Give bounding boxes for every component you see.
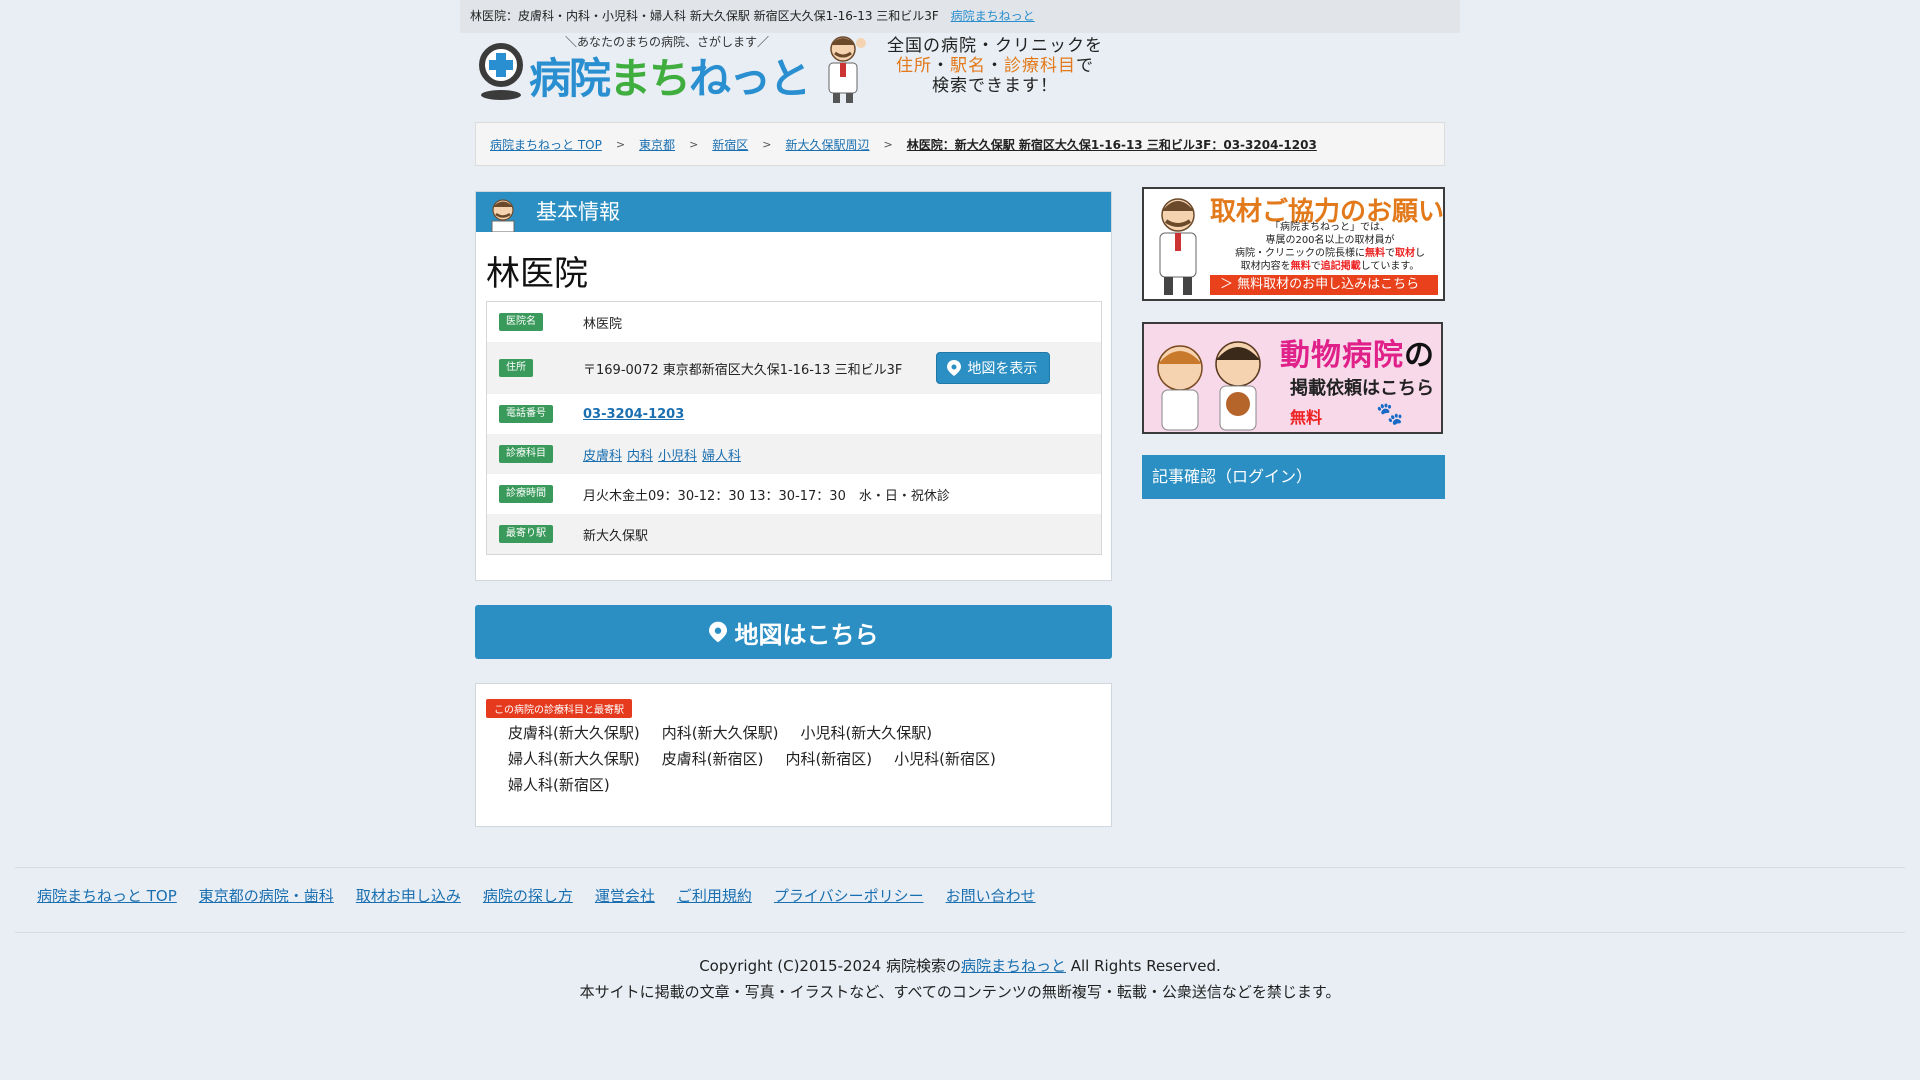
ad2-line2: 掲載依頼はこちら (1290, 378, 1434, 399)
header-message: 全国の病院・クリニックを 住所・駅名・診療科目で 検索できます！ (887, 36, 1103, 96)
doctor-mascot-icon (828, 36, 866, 103)
address-value: 〒169-0072 東京都新宿区大久保1-16-13 三和ビル3F (583, 362, 903, 378)
ad2-title: 動物病院の (1280, 338, 1435, 373)
related-item[interactable]: 小児科(新宿区) (894, 746, 996, 772)
copyright-link[interactable]: 病院まちねっと (961, 957, 1066, 975)
dept-link-internal[interactable]: 内科 (627, 445, 653, 464)
top-strip-text: 林医院：皮膚科・内科・小児科・婦人科 新大久保駅 新宿区大久保1-16-13 三… (470, 9, 939, 23)
info-table: 医院名 林医院 住所 〒169-0072 東京都新宿区大久保1-16-13 三和… (486, 301, 1102, 555)
basic-info-panel: 基本情報 林医院 医院名 林医院 住所 〒169-0072 東京都新宿区大久保1… (475, 191, 1112, 581)
footer-link-contact[interactable]: お問い合わせ (946, 885, 1036, 906)
footer-link-company[interactable]: 運営会社 (595, 885, 655, 906)
label-badge: 診療時間 (499, 485, 553, 503)
footer-link-howto[interactable]: 病院の探し方 (483, 885, 573, 906)
paw-icon: 🐾 (1376, 402, 1404, 427)
show-map-button[interactable]: 地図を表示 (936, 352, 1051, 384)
related-item[interactable]: 婦人科(新大久保駅) (508, 746, 640, 772)
ad1-body: 「病院まちねっと」では、 専属の200名以上の取材員が 病院・クリニックの院長様… (1235, 222, 1425, 272)
ad2-free: 無料 (1290, 408, 1323, 427)
related-item[interactable]: 皮膚科(新大久保駅) (508, 720, 640, 746)
breadcrumb-current: 林医院：新大久保駅 新宿区大久保1-16-13 三和ビル3F：03-3204-1… (906, 137, 1317, 152)
ad1-cta: ＞ 無料取材のお申し込みはこちら (1210, 275, 1438, 295)
label-badge: 医院名 (499, 313, 543, 331)
map-pin-icon (708, 621, 727, 643)
clinic-name-value: 林医院 (583, 316, 623, 332)
breadcrumb-top[interactable]: 病院まちねっと TOP (490, 136, 602, 153)
magnifier-cross-icon (479, 43, 523, 100)
info-row-name: 医院名 林医院 (487, 302, 1101, 342)
footer-link-top[interactable]: 病院まちねっと TOP (37, 885, 177, 906)
footer-link-tokyo[interactable]: 東京都の病院・歯科 (199, 885, 334, 906)
label-badge: 最寄り駅 (499, 525, 553, 543)
top-strip-link[interactable]: 病院まちねっと (951, 9, 1035, 23)
breadcrumb-tokyo[interactable]: 東京都 (639, 136, 675, 153)
label-badge: 住所 (499, 359, 533, 377)
dept-link-dermatology[interactable]: 皮膚科 (583, 445, 622, 464)
info-row-tel: 電話番号 03-3204-1203 (487, 394, 1101, 434)
site-logo[interactable]: ＼あなたのまちの病院、さがします／ 病院まちねっと (475, 33, 811, 105)
label-badge: 電話番号 (499, 405, 553, 423)
footer-nav: 病院まちねっと TOP 東京都の病院・歯科 取材お申し込み 病院の探し方 運営会… (37, 885, 1036, 906)
copyright-notice: 本サイトに掲載の文章・写真・イラストなど、すべてのコンテンツの無断複写・転載・公… (579, 983, 1341, 1001)
info-row-address: 住所 〒169-0072 東京都新宿区大久保1-16-13 三和ビル3F 地図を… (487, 342, 1101, 394)
info-row-hours: 診療時間 月火木金土09：30-12：30 13：30-17：30 水・日・祝休… (487, 474, 1101, 514)
animal-hospital-banner[interactable]: 動物病院の 掲載依頼はこちら 無料 🐾 (1142, 322, 1443, 434)
basic-info-header: 基本情報 (476, 192, 1111, 232)
dept-link-pediatrics[interactable]: 小児科 (658, 445, 697, 464)
related-badge: この病院の診療科目と最寄駅 (486, 699, 632, 718)
tel-link[interactable]: 03-3204-1203 (583, 407, 684, 422)
dept-link-gynecology[interactable]: 婦人科 (702, 445, 741, 464)
related-item[interactable]: 小児科(新大久保駅) (800, 720, 932, 746)
footer-divider (15, 932, 1905, 933)
clinic-name: 林医院 (486, 254, 588, 294)
footer-link-privacy[interactable]: プライバシーポリシー (774, 885, 924, 906)
related-item[interactable]: 内科(新大久保駅) (662, 720, 779, 746)
info-row-station: 最寄り駅 新大久保駅 (487, 514, 1101, 554)
breadcrumb: 病院まちねっと TOP > 東京都 > 新宿区 > 新大久保駅周辺 > 林医院：… (475, 122, 1445, 166)
logo-text: 病院まちねっと (529, 54, 811, 103)
related-item[interactable]: 内科(新宿区) (785, 746, 872, 772)
copyright: Copyright (C)2015-2024 病院検索の病院まちねっと All … (0, 953, 1920, 1005)
doctor-mascot-icon (1159, 198, 1197, 295)
related-panel: この病院の診療科目と最寄駅 皮膚科(新大久保駅) 内科(新大久保駅) 小児科(新… (475, 683, 1112, 827)
hours-value: 月火木金土09：30-12：30 13：30-17：30 水・日・祝休診 (583, 488, 950, 504)
interview-request-banner[interactable]: 取材ご協力のお願い 「病院まちねっと」では、 専属の200名以上の取材員が 病院… (1142, 187, 1445, 301)
footer-divider (15, 867, 1905, 868)
related-item[interactable]: 皮膚科(新宿区) (662, 746, 764, 772)
login-button[interactable]: 記事確認（ログイン） (1142, 455, 1445, 499)
info-row-dept: 診療科目 皮膚科 内科 小児科 婦人科 (487, 434, 1101, 474)
label-badge: 診療科目 (499, 445, 553, 463)
map-pin-icon (947, 360, 962, 376)
map-here-button[interactable]: 地図はこちら (475, 605, 1112, 659)
footer-link-terms[interactable]: ご利用規約 (677, 885, 752, 906)
breadcrumb-shinjuku[interactable]: 新宿区 (712, 136, 748, 153)
footer-link-interview[interactable]: 取材お申し込み (356, 885, 461, 906)
breadcrumb-station[interactable]: 新大久保駅周辺 (786, 136, 870, 153)
top-strip: 林医院：皮膚科・内科・小児科・婦人科 新大久保駅 新宿区大久保1-16-13 三… (460, 0, 1460, 33)
basic-info-title: 基本情報 (536, 200, 620, 224)
vet-illustration-icon (1157, 341, 1261, 431)
related-list: 皮膚科(新大久保駅) 内科(新大久保駅) 小児科(新大久保駅) 婦人科(新大久保… (486, 720, 1026, 798)
related-item[interactable]: 婦人科(新宿区) (508, 772, 610, 798)
station-value: 新大久保駅 (583, 528, 649, 544)
doctor-mascot-icon (491, 199, 515, 232)
